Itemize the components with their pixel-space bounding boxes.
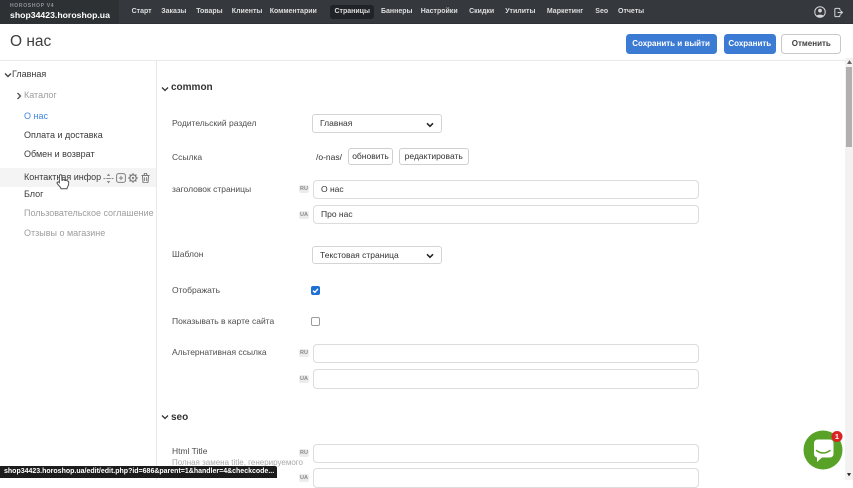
svg-text:1: 1 [835, 432, 839, 441]
